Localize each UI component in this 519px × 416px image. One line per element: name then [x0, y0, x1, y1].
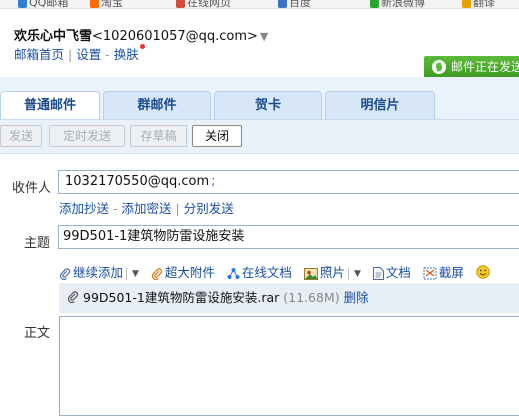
bookmark-icon: [370, 0, 379, 8]
compose-tabs: 普通邮件 群邮件 贺卡 明信片: [0, 77, 519, 120]
chevron-down-icon[interactable]: ▼: [132, 269, 139, 279]
paperclip-icon: [151, 267, 162, 280]
screenshot-label: 截屏: [438, 265, 464, 280]
message-body-editor[interactable]: [59, 316, 519, 416]
divider: -: [105, 47, 110, 62]
online-doc-label: 在线文档: [241, 265, 292, 280]
cc-links: 添加抄送 - 添加密送 | 分别发送: [59, 198, 234, 217]
recipient-label: 收件人: [12, 181, 52, 196]
photo-button[interactable]: 照片 ▼: [303, 262, 361, 281]
account-info: 欢乐心中飞雪<1020601057@qq.com> ▼: [14, 25, 268, 44]
bookmark-icon: [18, 0, 27, 8]
send-button[interactable]: 发送: [0, 125, 42, 147]
bookmarks-bar: QQ邮箱 淘宝 在线网页 百度 新浪微博 翻译: [0, 0, 519, 9]
skin-link[interactable]: 换肤: [114, 47, 139, 62]
tab-group-mail[interactable]: 群邮件: [103, 91, 211, 119]
divider: |: [68, 47, 73, 62]
scheduled-send-button[interactable]: 定时发送: [49, 125, 125, 147]
subject-field[interactable]: 99D501-1建筑物防雷设施安装: [58, 225, 519, 249]
tab-greeting-card[interactable]: 贺卡: [214, 91, 322, 119]
paperclip-icon: [59, 267, 71, 280]
divider: |: [175, 201, 180, 216]
attachment-toolbar: 继续添加 ▼ 超大附件 在线文档 照片 ▼ 文档 截屏: [59, 262, 500, 281]
divider: [126, 267, 128, 280]
photo-label: 照片: [319, 265, 345, 280]
recipient-separator: ;: [211, 174, 216, 189]
attachment-filename: 99D501-1建筑物防雷设施安装.rar: [83, 290, 280, 305]
scissors-icon: [423, 267, 437, 280]
separate-send-link[interactable]: 分别发送: [184, 201, 234, 216]
continue-add-button[interactable]: 继续添加 ▼: [59, 262, 139, 281]
recipient-chip[interactable]: 1032170550@qq.com: [63, 174, 211, 189]
photo-icon: [303, 267, 318, 280]
bookmark-item[interactable]: 新浪微博: [370, 0, 425, 8]
add-bcc-link[interactable]: 添加密送: [122, 201, 172, 216]
mailbox-home-link[interactable]: 邮箱首页: [14, 47, 64, 62]
account-dropdown-icon[interactable]: ▼: [260, 30, 268, 43]
add-cc-link[interactable]: 添加抄送: [59, 201, 109, 216]
document-label: 文档: [385, 265, 411, 280]
chevron-down-icon[interactable]: ▼: [354, 269, 361, 279]
bookmark-item[interactable]: 淘宝: [90, 0, 123, 8]
save-draft-button[interactable]: 存草稿: [130, 125, 187, 147]
delete-attachment-link[interactable]: 删除: [344, 290, 369, 305]
bookmark-icon: [462, 0, 471, 8]
attachment-item: 99D501-1建筑物防雷设施安装.rar (11.68M) 删除: [59, 283, 519, 313]
body-label: 正文: [24, 326, 51, 341]
notification-dot: [139, 44, 145, 49]
large-attachment-button[interactable]: 超大附件: [151, 262, 215, 281]
share-network-icon: [227, 268, 240, 279]
tab-normal-mail[interactable]: 普通邮件: [0, 91, 100, 120]
screenshot-button[interactable]: 截屏: [423, 262, 464, 281]
leaf-icon: [432, 59, 446, 74]
attachment-size: (11.68M): [283, 290, 340, 305]
bookmark-item[interactable]: QQ邮箱: [18, 0, 68, 8]
divider: [347, 267, 349, 280]
bookmark-item[interactable]: 百度: [278, 0, 311, 8]
top-links: 邮箱首页 | 设置 - 换肤: [14, 44, 145, 63]
document-icon: [372, 267, 384, 280]
bookmark-item[interactable]: 翻译: [462, 0, 495, 8]
bookmark-icon: [176, 0, 185, 8]
recipient-field[interactable]: 1032170550@qq.com;: [58, 170, 519, 194]
account-email: <1020601057@qq.com>: [92, 29, 258, 44]
sending-status-text: 邮件正在发送: [451, 60, 519, 74]
document-button[interactable]: 文档: [372, 262, 411, 281]
subject-label: 主题: [24, 236, 51, 251]
bookmark-item[interactable]: 在线网页: [176, 0, 231, 8]
emoji-button[interactable]: [476, 264, 492, 280]
divider: -: [113, 201, 118, 216]
tab-postcard[interactable]: 明信片: [325, 91, 435, 119]
continue-add-label: 继续添加: [73, 265, 124, 280]
close-button[interactable]: 关闭: [192, 125, 242, 147]
compose-toolbar: 发送 定时发送 存草稿 关闭: [0, 119, 519, 154]
settings-link[interactable]: 设置: [76, 47, 101, 62]
online-doc-button[interactable]: 在线文档: [227, 262, 292, 281]
sending-status-badge: 邮件正在发送: [424, 56, 519, 78]
smiley-icon: [476, 265, 490, 280]
large-attachment-label: 超大附件: [164, 265, 215, 280]
bookmark-icon: [90, 0, 99, 8]
paperclip-icon: [67, 291, 79, 304]
account-name: 欢乐心中飞雪: [14, 29, 93, 44]
bookmark-icon: [278, 0, 287, 8]
